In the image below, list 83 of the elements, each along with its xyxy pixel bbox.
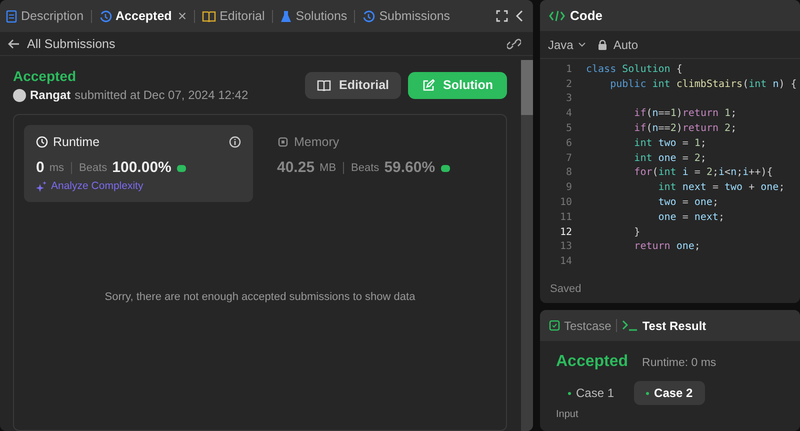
code-line: int next = two + one; bbox=[657, 182, 785, 194]
panel-tab[interactable]: Submissions bbox=[362, 9, 450, 23]
stat-title: Memory bbox=[294, 135, 340, 149]
case-tab[interactable]: Case 1 bbox=[556, 381, 626, 405]
code-line: one = next; bbox=[657, 212, 724, 223]
code-line: int one = 2; bbox=[633, 152, 706, 164]
terminal-icon bbox=[622, 320, 638, 331]
result-tab[interactable]: Testcase bbox=[549, 318, 612, 332]
language-dropdown[interactable]: Java bbox=[548, 38, 586, 52]
stat-title: Runtime bbox=[53, 135, 100, 149]
document-icon bbox=[6, 10, 17, 22]
lock-icon bbox=[598, 40, 608, 50]
result-runtime: Runtime: 0 ms bbox=[642, 357, 716, 369]
panel-tab[interactable]: Solutions bbox=[280, 9, 348, 23]
collapse-icon[interactable] bbox=[515, 10, 523, 22]
submission-status: Accepted bbox=[13, 68, 78, 84]
code-panel-title: Code bbox=[570, 8, 602, 23]
submission-time: submitted at Dec 07, 2024 12:42 bbox=[74, 88, 248, 102]
code-line: if(n==1)return 1; bbox=[633, 108, 737, 120]
line-number: 8 bbox=[564, 167, 572, 178]
code-line: two = one; bbox=[657, 197, 718, 208]
code-icon bbox=[549, 10, 565, 22]
saved-status: Saved bbox=[549, 283, 582, 297]
code-line: class Solution { bbox=[586, 64, 682, 75]
line-number: 3 bbox=[564, 93, 572, 104]
book-icon bbox=[202, 10, 216, 22]
line-number: 5 bbox=[564, 123, 572, 134]
info-icon[interactable] bbox=[229, 136, 241, 148]
line-number: 7 bbox=[564, 152, 572, 164]
chip-icon bbox=[277, 136, 289, 148]
chevron-down-icon bbox=[578, 42, 586, 47]
book-icon bbox=[316, 79, 331, 91]
beats-label: Beats bbox=[351, 162, 380, 174]
clock-icon bbox=[36, 136, 48, 148]
code-line: for(int i = 2;i<n;i++){ bbox=[633, 167, 773, 178]
line-number: 1 bbox=[564, 64, 572, 75]
code-line: } bbox=[633, 226, 640, 238]
line-number: 10 bbox=[558, 197, 572, 208]
editorial-button[interactable]: Editorial bbox=[304, 72, 401, 98]
stat-unit: ms bbox=[49, 162, 64, 174]
code-line: if(n==2)return 2; bbox=[633, 123, 737, 134]
panel-tab[interactable]: Editorial bbox=[202, 9, 265, 23]
edit-icon bbox=[422, 78, 435, 92]
beats-label: Beats bbox=[79, 162, 108, 174]
line-number: 9 bbox=[564, 182, 572, 194]
history-icon bbox=[98, 10, 112, 22]
result-status: Accepted bbox=[556, 353, 628, 371]
stat-value: 0 bbox=[36, 159, 44, 176]
line-number: 13 bbox=[558, 241, 572, 252]
stat-card[interactable]: Memory 40.25 MB Beats 59.60% bbox=[265, 125, 494, 202]
link-icon[interactable] bbox=[507, 38, 521, 50]
empty-message: Sorry, there are not enough accepted submissions to show data bbox=[104, 291, 416, 303]
scrollbar[interactable] bbox=[521, 60, 533, 431]
line-number: 11 bbox=[558, 212, 572, 223]
close-tab-button[interactable]: × bbox=[178, 8, 187, 24]
line-number: 12 bbox=[558, 226, 572, 238]
all-submissions-link[interactable]: All Submissions bbox=[27, 36, 116, 50]
stat-card[interactable]: Runtime 0 ms Beats 100.00% Analyze Complexity bbox=[24, 125, 253, 202]
line-number: 4 bbox=[564, 108, 572, 120]
line-number: 6 bbox=[564, 138, 572, 149]
checkbox-icon bbox=[549, 320, 560, 331]
history-icon bbox=[362, 10, 376, 22]
panel-tab[interactable]: Accepted × bbox=[98, 8, 187, 24]
fullscreen-icon[interactable] bbox=[496, 10, 508, 22]
case-tab[interactable]: Case 2 bbox=[634, 381, 705, 405]
back-arrow-icon[interactable] bbox=[8, 38, 20, 48]
result-tab[interactable]: Test Result bbox=[622, 318, 706, 332]
code-line: int two = 1; bbox=[633, 138, 706, 149]
mode-label[interactable]: Auto bbox=[613, 38, 638, 52]
avatar-icon bbox=[13, 88, 26, 102]
stat-unit: MB bbox=[320, 162, 336, 174]
stat-value: 40.25 bbox=[277, 159, 315, 176]
flask-icon bbox=[280, 10, 292, 22]
user-name[interactable]: Rangat bbox=[30, 88, 71, 102]
input-label: Input bbox=[556, 409, 580, 420]
code-line: return one; bbox=[633, 241, 700, 252]
line-number: 14 bbox=[558, 256, 572, 268]
code-line: public int climbStairs(int n) { bbox=[609, 78, 797, 90]
line-number: 2 bbox=[564, 78, 572, 90]
sparkle-icon bbox=[36, 180, 47, 192]
beats-percentage: 59.60% bbox=[384, 159, 436, 176]
panel-tab[interactable]: Description bbox=[6, 9, 84, 23]
beats-percentage: 100.00% bbox=[112, 159, 172, 176]
